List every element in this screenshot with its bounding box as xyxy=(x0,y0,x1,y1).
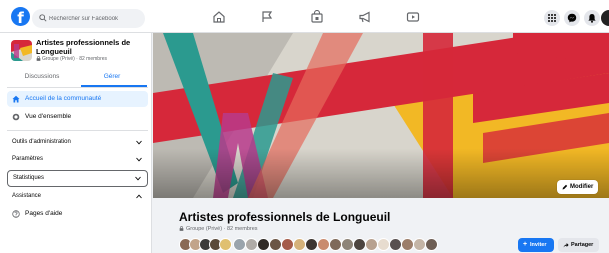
share-button[interactable]: Partager xyxy=(558,238,599,252)
plus-icon: + xyxy=(523,241,528,248)
section-label: Statistiques xyxy=(13,175,45,181)
sidebar-item-label: Accueil de la communauté xyxy=(25,95,102,102)
messenger-icon[interactable] xyxy=(564,10,580,26)
invite-button[interactable]: + Inviter xyxy=(518,238,554,252)
pencil-icon xyxy=(562,184,568,190)
lock-icon xyxy=(36,56,41,61)
page-title: Artistes professionnels de Longueuil xyxy=(179,210,391,224)
search-input[interactable] xyxy=(49,9,141,28)
share-icon xyxy=(563,243,569,248)
facebook-logo[interactable]: f xyxy=(11,7,30,26)
group-thumbnail[interactable] xyxy=(11,40,32,61)
watch-icon[interactable] xyxy=(406,10,420,24)
home-icon xyxy=(12,95,20,103)
chevron-down-icon xyxy=(136,140,142,145)
notifications-icon[interactable] xyxy=(584,10,600,26)
edit-cover-label: Modifier xyxy=(570,184,594,190)
sidebar-item-label: Pages d'aide xyxy=(25,210,63,217)
flag-icon[interactable] xyxy=(260,10,274,24)
section-statistics[interactable]: Statistiques xyxy=(7,170,148,187)
marketplace-icon[interactable] xyxy=(310,10,324,24)
chevron-up-icon xyxy=(136,194,142,199)
sidebar-item-overview[interactable]: Vue d'ensemble xyxy=(7,109,148,125)
group-name[interactable]: Artistes professionnels de Longueuil xyxy=(36,38,148,56)
section-assistance[interactable]: Assistance xyxy=(7,189,148,204)
tab-discussions[interactable]: Discussions xyxy=(7,71,77,88)
menu-grid-icon[interactable] xyxy=(544,10,560,26)
account-avatar[interactable] xyxy=(601,10,609,26)
chevron-down-icon xyxy=(135,176,141,181)
invite-label: Inviter xyxy=(530,242,547,248)
group-meta-text: Groupe (Privé) · 82 membres xyxy=(186,226,258,232)
sidebar-item-help-pages[interactable]: Pages d'aide xyxy=(7,206,148,222)
help-icon xyxy=(12,210,20,218)
section-label: Outils d'administration xyxy=(12,139,71,145)
group-meta-text: Groupe (Privé) · 82 membres xyxy=(42,56,108,62)
avatar[interactable] xyxy=(425,238,438,251)
sidebar-item-label: Vue d'ensemble xyxy=(25,113,72,120)
admin-sidebar: Artistes professionnels de Longueuil Gro… xyxy=(0,33,152,253)
overview-icon xyxy=(12,113,20,121)
search-icon xyxy=(39,14,47,22)
section-label: Assistance xyxy=(12,193,42,199)
section-label: Paramètres xyxy=(12,156,44,162)
facebook-group-admin-page: f Rechercher sur Facebook Artistes profe… xyxy=(0,0,609,253)
group-meta: Groupe (Privé) · 82 membres xyxy=(36,56,107,62)
chevron-down-icon xyxy=(136,157,142,162)
share-label: Partager xyxy=(571,242,594,248)
megaphone-icon[interactable] xyxy=(358,10,372,24)
cover-photo xyxy=(153,33,609,198)
section-admin-tools[interactable]: Outils d'administration xyxy=(7,135,148,150)
top-bar: f xyxy=(0,0,609,33)
search-box[interactable] xyxy=(32,9,145,28)
sidebar-divider xyxy=(7,130,148,131)
tabs-divider xyxy=(7,87,148,88)
group-privacy-members: Groupe (Privé) · 82 membres xyxy=(179,226,258,232)
member-avatars[interactable] xyxy=(179,238,445,252)
lock-icon xyxy=(179,226,184,231)
sidebar-item-community-home[interactable]: Accueil de la communauté xyxy=(7,91,148,107)
section-settings[interactable]: Paramètres xyxy=(7,152,148,167)
avatar[interactable] xyxy=(219,238,232,251)
home-icon[interactable] xyxy=(212,10,226,24)
edit-cover-button[interactable]: Modifier xyxy=(557,180,598,194)
